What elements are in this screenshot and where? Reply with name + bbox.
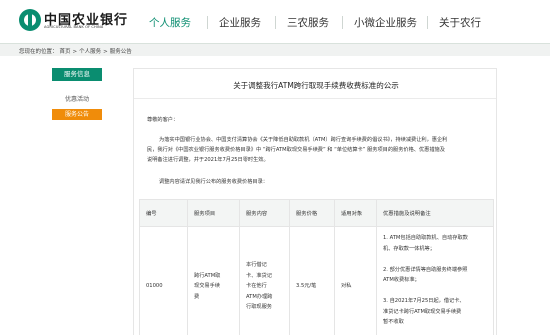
cell-line: 跨行ATM取	[194, 272, 221, 279]
cell-line: 本行借记	[246, 262, 267, 269]
remark-line: 2. 部分优惠详情等自助服务终端参照	[383, 266, 468, 273]
sidebar-title: 服务信息	[52, 68, 102, 81]
breadcrumb-separator: >	[72, 49, 78, 55]
nav-divider	[342, 16, 343, 29]
breadcrumb-link-home[interactable]: 首页	[60, 49, 71, 55]
cell-line: ATM办理跨	[246, 293, 273, 300]
remark-line: 准贷记卡跨行ATM取现交易手续费	[383, 308, 462, 315]
breadcrumb-separator: >	[103, 49, 108, 55]
sidebar-item-service-notices[interactable]: 服务公告	[52, 109, 102, 120]
cell-line: 现交易手续	[194, 283, 220, 290]
cell-remarks: 1. ATM包括自助取款机、自动存取款 机、存取款一体机等； 2. 部分优惠详情…	[376, 226, 494, 335]
logo-name-en: AGRICULTURAL BANK OF CHINA	[44, 25, 104, 29]
nav-smb-services[interactable]: 小微企业服务	[354, 15, 417, 30]
nav-personal-services[interactable]: 个人服务	[149, 15, 191, 30]
nav-rural-services[interactable]: 三农服务	[287, 15, 329, 30]
remark-line: 3. 自2021年7月25日起，借记卡、	[383, 298, 465, 304]
breadcrumb-prefix: 您现在的位置：	[19, 49, 58, 55]
breadcrumb-current[interactable]: 服务公告	[110, 49, 132, 55]
cell-line: 费	[194, 293, 200, 300]
cell-line: 卡、准贷记	[246, 272, 272, 279]
nav-corporate-services[interactable]: 企业服务	[219, 15, 261, 30]
nav-divider	[207, 16, 208, 29]
column-header: 适用对象	[334, 199, 377, 227]
cell-line: 行取现服务	[246, 304, 272, 311]
column-header: 优惠措施及说明备注	[376, 199, 494, 227]
bank-logo[interactable]: 中国农业银行 AGRICULTURAL BANK OF CHINA	[19, 9, 129, 35]
remark-line: 暂不收取	[383, 319, 404, 325]
article-greeting: 尊敬的客户：	[147, 117, 179, 123]
cell-service-item: 跨行ATM取 现交易手续 费	[187, 226, 240, 335]
column-header: 服务内容	[239, 199, 290, 227]
remark-line	[383, 286, 493, 297]
nav-divider	[427, 16, 428, 29]
nav-about-abc[interactable]: 关于农行	[439, 15, 481, 30]
cell-price: 3.5元/笔	[289, 226, 335, 335]
table-header-row: 编号 服务项目 服务内容 服务价格 适用对象 优惠措施及说明备注	[139, 199, 494, 227]
remark-line: 机、存取款一体机等；	[383, 245, 435, 252]
sidebar-item-promotions[interactable]: 优惠活动	[52, 94, 102, 105]
cell-target: 对私	[334, 226, 377, 335]
cell-line: 卡在他行	[246, 283, 267, 290]
article-body-line: 说明备注进行调整，并于2021年7月25日零时生效。	[147, 157, 269, 163]
article-panel: 关于调整我行ATM跨行取现手续费收费标准的公示 尊敬的客户： 为落实中国银行业协…	[133, 68, 497, 335]
article-table-intro: 调整内容请详见我行公布的服务收费价格目录：	[159, 179, 268, 185]
remark-line: ATM收费标准；	[383, 277, 420, 283]
remark-line: 1. ATM包括自助取款机、自动存取款	[383, 235, 468, 241]
breadcrumb: 您现在的位置： 首页 > 个人服务 > 服务公告	[0, 44, 550, 56]
nav-divider	[275, 16, 276, 29]
article-body-line: 民，我行对《中国农业银行服务收费价格目录》中 “跨行ATM取现交易手续费” 和 …	[147, 147, 445, 153]
cell-service-content: 本行借记 卡、准贷记 卡在他行 ATM办理跨 行取现服务	[239, 226, 290, 335]
column-header: 服务价格	[289, 199, 335, 227]
breadcrumb-link-personal[interactable]: 个人服务	[79, 49, 101, 55]
column-header: 编号	[139, 199, 188, 227]
article-body-line: 为落实中国银行业协会、中国支付清算协会《关于降低自助取款机（ATM）跨行查询手续…	[159, 137, 448, 143]
fee-table: 编号 服务项目 服务内容 服务价格 适用对象 优惠措施及说明备注 01000 跨…	[139, 199, 494, 335]
article-title: 关于调整我行ATM跨行取现手续费收费标准的公示	[233, 81, 399, 90]
site-header: 中国农业银行 AGRICULTURAL BANK OF CHINA 个人服务 企…	[0, 0, 550, 44]
abc-logo-icon	[19, 9, 41, 31]
column-header: 服务项目	[187, 199, 240, 227]
table-row: 01000 跨行ATM取 现交易手续 费 本行借记 卡、准贷记 卡在他行 ATM…	[139, 226, 494, 335]
title-divider	[134, 98, 496, 99]
remark-line	[383, 254, 493, 265]
cell-code: 01000	[139, 226, 188, 335]
